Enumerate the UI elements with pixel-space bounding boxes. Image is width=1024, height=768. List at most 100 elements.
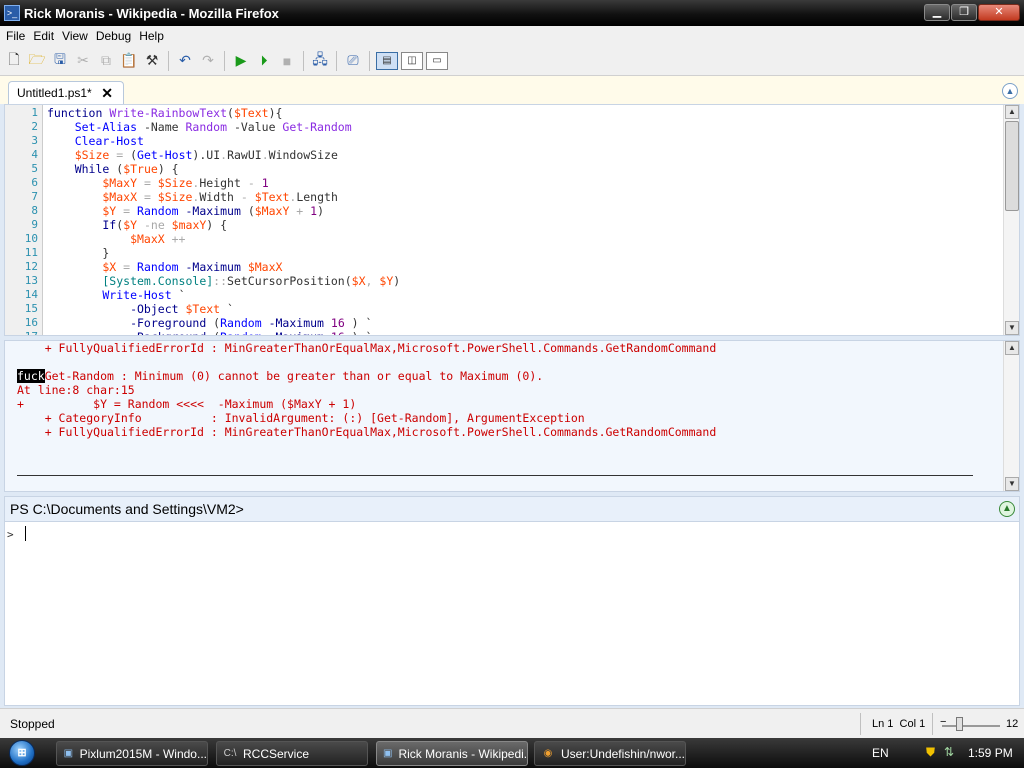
- cut-icon[interactable]: ✂: [73, 51, 93, 71]
- code-token: ::: [213, 274, 228, 288]
- menu-help[interactable]: Help: [135, 29, 168, 43]
- start-button[interactable]: ⊞: [0, 738, 44, 768]
- code-token: $Y: [123, 218, 138, 232]
- text-caret: [25, 526, 26, 541]
- clear-icon[interactable]: ⚒: [142, 51, 162, 71]
- code-token: Write-Host: [47, 288, 179, 302]
- code-line: $X = Random -Maximum $MaxX: [47, 260, 282, 274]
- status-separator: [860, 713, 861, 735]
- taskbar-item-rccservice[interactable]: C:\ RCCService: [216, 741, 368, 766]
- line-number: 16: [24, 316, 38, 329]
- code-token: $Size: [157, 190, 193, 204]
- menu-file[interactable]: File: [2, 29, 29, 43]
- new-icon[interactable]: 🗋: [4, 51, 24, 71]
- save-icon[interactable]: 🖫: [50, 51, 70, 71]
- code-token: $MaxY: [47, 176, 138, 190]
- code-token: $X: [351, 274, 366, 288]
- tab-untitled1[interactable]: Untitled1.ps1* ✕: [8, 81, 124, 104]
- console-input-pane[interactable]: >: [4, 522, 1020, 706]
- console-prompt: >: [7, 528, 14, 541]
- menu-view[interactable]: View: [58, 29, 92, 43]
- zoom-slider[interactable]: [942, 725, 1000, 727]
- code-token: Random: [137, 204, 186, 218]
- scroll-down-icon[interactable]: ▼: [1005, 321, 1019, 335]
- window-icon: ▣: [63, 747, 74, 759]
- stop-icon[interactable]: ■: [277, 51, 297, 71]
- line-number: 13: [24, 274, 38, 287]
- collapse-script-pane-icon[interactable]: ▲: [1002, 83, 1018, 99]
- code-token: UI: [206, 148, 221, 162]
- output-line: At line:8 char:15: [17, 383, 135, 397]
- zoom-slider-thumb[interactable]: [956, 717, 963, 731]
- copy-icon[interactable]: ⧉: [96, 51, 116, 71]
- line-number: 4: [31, 148, 38, 161]
- scroll-thumb[interactable]: [1005, 121, 1019, 211]
- language-indicator[interactable]: EN: [872, 746, 889, 760]
- code-line: $Size = (Get-Host).UI.RawUI.WindowSize: [47, 148, 338, 162]
- taskbar: ⊞ ▣ Pixlum2015M - Windo... C:\ RCCService …: [0, 738, 1024, 768]
- code-token: `: [178, 288, 186, 302]
- code-token: Clear-Host: [47, 134, 144, 148]
- powershell-app-icon: >_: [4, 5, 20, 21]
- scroll-down-icon[interactable]: ▼: [1005, 477, 1019, 491]
- code-token: ) `: [345, 330, 373, 335]
- code-token: `: [220, 302, 234, 316]
- code-line: $MaxY = $Size.Height - 1: [47, 176, 269, 190]
- windows-logo-icon: ⊞: [9, 740, 35, 766]
- taskbar-item-user-page[interactable]: ◉ User:Undefishin/nwor...: [534, 741, 686, 766]
- code-token: -Maximum: [268, 316, 331, 330]
- code-token: =: [116, 204, 138, 218]
- expand-console-icon[interactable]: ▲: [999, 501, 1015, 517]
- close-button[interactable]: ✕: [978, 4, 1020, 21]
- code-token: $MaxY: [254, 204, 290, 218]
- code-token: ,: [365, 274, 380, 288]
- code-token: -: [240, 190, 255, 204]
- tab-close-icon[interactable]: ✕: [101, 85, 113, 102]
- run-icon[interactable]: ▶: [231, 51, 251, 71]
- maximize-button[interactable]: ❐: [951, 4, 977, 21]
- redo-icon[interactable]: ↷: [198, 51, 218, 71]
- open-icon[interactable]: 🗁: [27, 51, 47, 71]
- code-line: [System.Console]::SetCursorPosition($X, …: [47, 274, 400, 288]
- code-token: $Size: [47, 148, 110, 162]
- layout-side-icon[interactable]: ◫: [401, 51, 423, 70]
- taskbar-item-rick-moranis[interactable]: ▣ Rick Moranis - Wikipedi...: [376, 741, 528, 766]
- line-number: 6: [31, 176, 38, 189]
- output-divider: [17, 475, 973, 476]
- paste-icon[interactable]: 📋: [119, 51, 139, 71]
- line-number: 5: [31, 162, 38, 175]
- code-token: Get-Random: [282, 120, 352, 134]
- menu-edit[interactable]: Edit: [29, 29, 58, 43]
- scroll-up-icon[interactable]: ▲: [1005, 341, 1019, 355]
- code-token: -Maximum: [269, 330, 331, 335]
- taskbar-item-pixlum[interactable]: ▣ Pixlum2015M - Windo...: [56, 741, 208, 766]
- code-token: $MaxX: [247, 260, 283, 274]
- code-token: function: [47, 106, 110, 120]
- toolbar-separator: [369, 50, 370, 71]
- editor-scrollbar[interactable]: ▲ ▼: [1003, 105, 1019, 335]
- menu-debug[interactable]: Debug: [92, 29, 135, 43]
- code-token: Random: [220, 316, 269, 330]
- code-token: Length: [296, 190, 338, 204]
- clock[interactable]: 1:59 PM: [968, 746, 1013, 760]
- output-pane[interactable]: + FullyQualifiedErrorId : MinGreaterThan…: [4, 340, 1020, 492]
- cursor-position: Ln 1 Col 1: [872, 718, 926, 730]
- console-icon[interactable]: ⎚: [343, 51, 363, 71]
- undo-icon[interactable]: ↶: [175, 51, 195, 71]
- minimize-button[interactable]: ▁: [924, 4, 950, 21]
- layout-top-icon[interactable]: ▤: [376, 51, 398, 70]
- network-icon[interactable]: ⇅: [944, 745, 954, 759]
- run-selection-icon[interactable]: ⏵: [254, 51, 274, 71]
- toolbar-separator: [336, 50, 337, 71]
- toolbar-separator: [168, 50, 169, 71]
- layout-max-icon[interactable]: ▭: [426, 51, 448, 70]
- code-token: SetCursorPosition: [227, 274, 345, 288]
- output-scrollbar[interactable]: ▲ ▼: [1003, 341, 1019, 491]
- script-editor[interactable]: 1234567891011121314151617 function Write…: [4, 104, 1020, 336]
- line-number: 12: [24, 260, 38, 273]
- code-token: 1: [261, 176, 269, 190]
- code-token: Width: [199, 190, 241, 204]
- remote-icon[interactable]: 🖧: [310, 51, 330, 71]
- scroll-up-icon[interactable]: ▲: [1005, 105, 1019, 119]
- security-shield-icon[interactable]: ⛊: [926, 745, 935, 760]
